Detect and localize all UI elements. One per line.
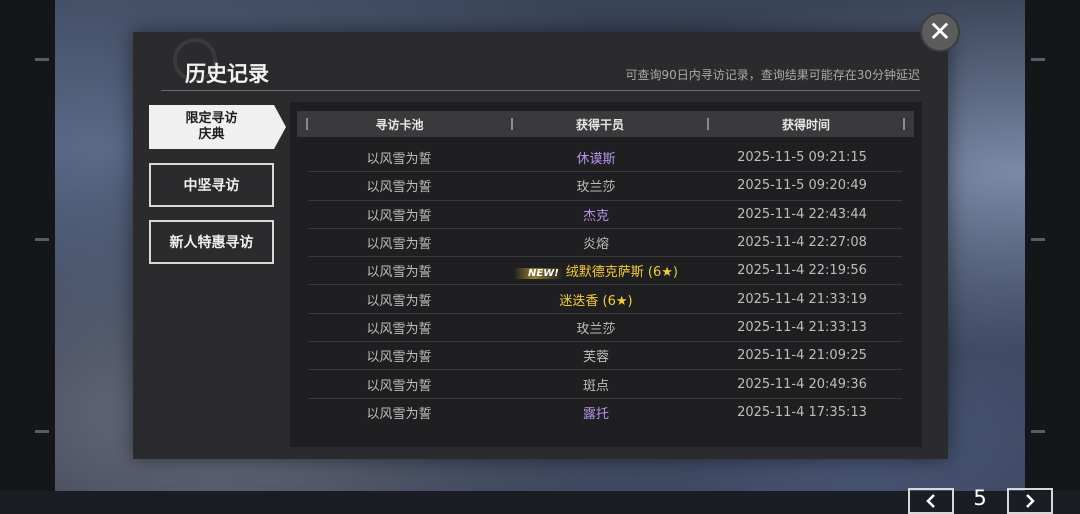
current-page-number: 5 (973, 486, 987, 510)
table-row: 以风雪为誓 迷迭香 (6★) 2025-11-4 21:33:19 (308, 285, 902, 314)
table-header: 寻访卡池 获得干员 获得时间 (297, 111, 914, 137)
cell-pool: 以风雪为誓 (366, 321, 432, 337)
operator-name: 斑点 (582, 378, 609, 394)
chevron-right-icon (1026, 494, 1035, 508)
tab-limited-banner[interactable]: 限定寻访 庆典 (149, 105, 286, 149)
table-row: 以风雪为誓 炎熔 2025-11-4 22:27:08 (308, 229, 902, 258)
table-row: 以风雪为誓 休谟斯 2025-11-5 09:21:15 (308, 144, 902, 173)
cell-operator: NEW! 绒默德克萨斯 (6★) (490, 261, 702, 280)
operator-name: 玫兰莎 (576, 180, 616, 196)
cell-pool: 以风雪为誓 (366, 293, 432, 309)
operator-name: 玫兰莎 (576, 321, 616, 337)
operator-name: 绒默德克萨斯 (6★) (565, 265, 678, 281)
cell-operator: 玫兰莎 (490, 318, 702, 337)
page-title: 历史记录 (185, 62, 269, 86)
cell-time: 2025-11-5 09:20:49 (737, 178, 867, 194)
cell-pool: 以风雪为誓 (366, 406, 432, 422)
cell-pool: 以风雪为誓 (366, 208, 432, 224)
cell-time: 2025-11-4 21:33:19 (737, 291, 867, 307)
cell-pool: 以风雪为誓 (366, 350, 432, 366)
column-header-operator: 获得干员 (502, 111, 698, 137)
operator-name: 迷迭香 (6★) (559, 293, 633, 309)
cell-time: 2025-11-4 22:27:08 (737, 235, 867, 251)
table-row: 以风雪为誓 NEW! 绒默德克萨斯 (6★) 2025-11-4 22:19:56 (308, 257, 902, 286)
table-body: 以风雪为誓 休谟斯 2025-11-5 09:21:15 以风雪为誓 玫兰莎 2025-1… (308, 144, 902, 426)
tab-label: 中坚寻访 (183, 178, 240, 194)
table-row: 以风雪为誓 斑点 2025-11-4 20:49:36 (308, 370, 902, 399)
new-badge: NEW! (514, 268, 563, 280)
cell-operator: 炎熔 (490, 233, 702, 252)
operator-name: 芙蓉 (582, 350, 609, 366)
history-panel: 历史记录 可查询90日内寻访记录，查询结果可能存在30分钟延迟 限定寻访 庆典 … (133, 32, 1053, 514)
operator-name: 露托 (582, 406, 609, 422)
cell-pool: 以风雪为誓 (366, 378, 432, 394)
table-row: 以风雪为誓 玫兰莎 2025-11-5 09:20:49 (308, 172, 902, 201)
cell-pool: 以风雪为誓 (366, 237, 432, 253)
cell-time: 2025-11-4 21:33:13 (737, 319, 867, 335)
left-frame-bar (0, 0, 55, 491)
table-row: 以风雪为誓 杰克 2025-11-4 22:43:44 (308, 201, 902, 229)
cell-time: 2025-11-5 09:21:15 (737, 150, 867, 166)
table-row: 以风雪为誓 露托 2025-11-4 17:35:13 (308, 399, 902, 426)
cell-operator: 杰克 (490, 205, 702, 224)
operator-name: 杰克 (582, 208, 609, 224)
cell-operator: 迷迭香 (6★) (490, 290, 702, 309)
tab-standard-banner[interactable]: 中坚寻访 (149, 163, 274, 207)
cell-operator: 玫兰莎 (490, 176, 702, 195)
cell-time: 2025-11-4 20:49:36 (737, 376, 867, 392)
column-header-pool: 寻访卡池 (297, 111, 502, 137)
title-divider (161, 90, 920, 91)
table-row: 以风雪为誓 芙蓉 2025-11-4 21:09:25 (308, 342, 902, 371)
cell-operator: 休谟斯 (490, 148, 702, 167)
cell-pool: 以风雪为誓 (366, 180, 432, 196)
operator-name: 炎熔 (582, 237, 609, 253)
cell-pool: 以风雪为誓 (366, 152, 432, 168)
query-note: 可查询90日内寻访记录，查询结果可能存在30分钟延迟 (625, 68, 920, 82)
cell-time: 2025-11-4 22:43:44 (737, 206, 867, 222)
history-table: 寻访卡池 获得干员 获得时间 以风雪为誓 休谟斯 2025-11-5 09:21:1… (290, 102, 1053, 514)
close-icon: ✕ (928, 15, 952, 48)
tab-label: 新人特惠寻访 (169, 235, 254, 251)
tab-label: 限定寻访 庆典 (185, 111, 238, 142)
cell-operator: 露托 (490, 403, 702, 422)
tab-newbie-banner[interactable]: 新人特惠寻访 (149, 220, 274, 264)
cell-operator: 斑点 (490, 375, 702, 394)
next-page-button[interactable] (1007, 488, 1053, 514)
column-header-time: 获得时间 (698, 111, 914, 137)
prev-page-button[interactable] (908, 488, 954, 514)
cell-time: 2025-11-4 22:19:56 (737, 263, 867, 279)
operator-name: 休谟斯 (576, 152, 616, 168)
right-frame-bar (1025, 0, 1080, 491)
table-row: 以风雪为誓 玫兰莎 2025-11-4 21:33:13 (308, 314, 902, 343)
chevron-left-icon (926, 494, 935, 508)
cell-pool: 以风雪为誓 (366, 265, 432, 281)
cell-time: 2025-11-4 17:35:13 (737, 404, 867, 420)
cell-operator: 芙蓉 (490, 346, 702, 365)
close-button[interactable]: ✕ (920, 12, 960, 52)
cell-time: 2025-11-4 21:09:25 (737, 348, 867, 364)
